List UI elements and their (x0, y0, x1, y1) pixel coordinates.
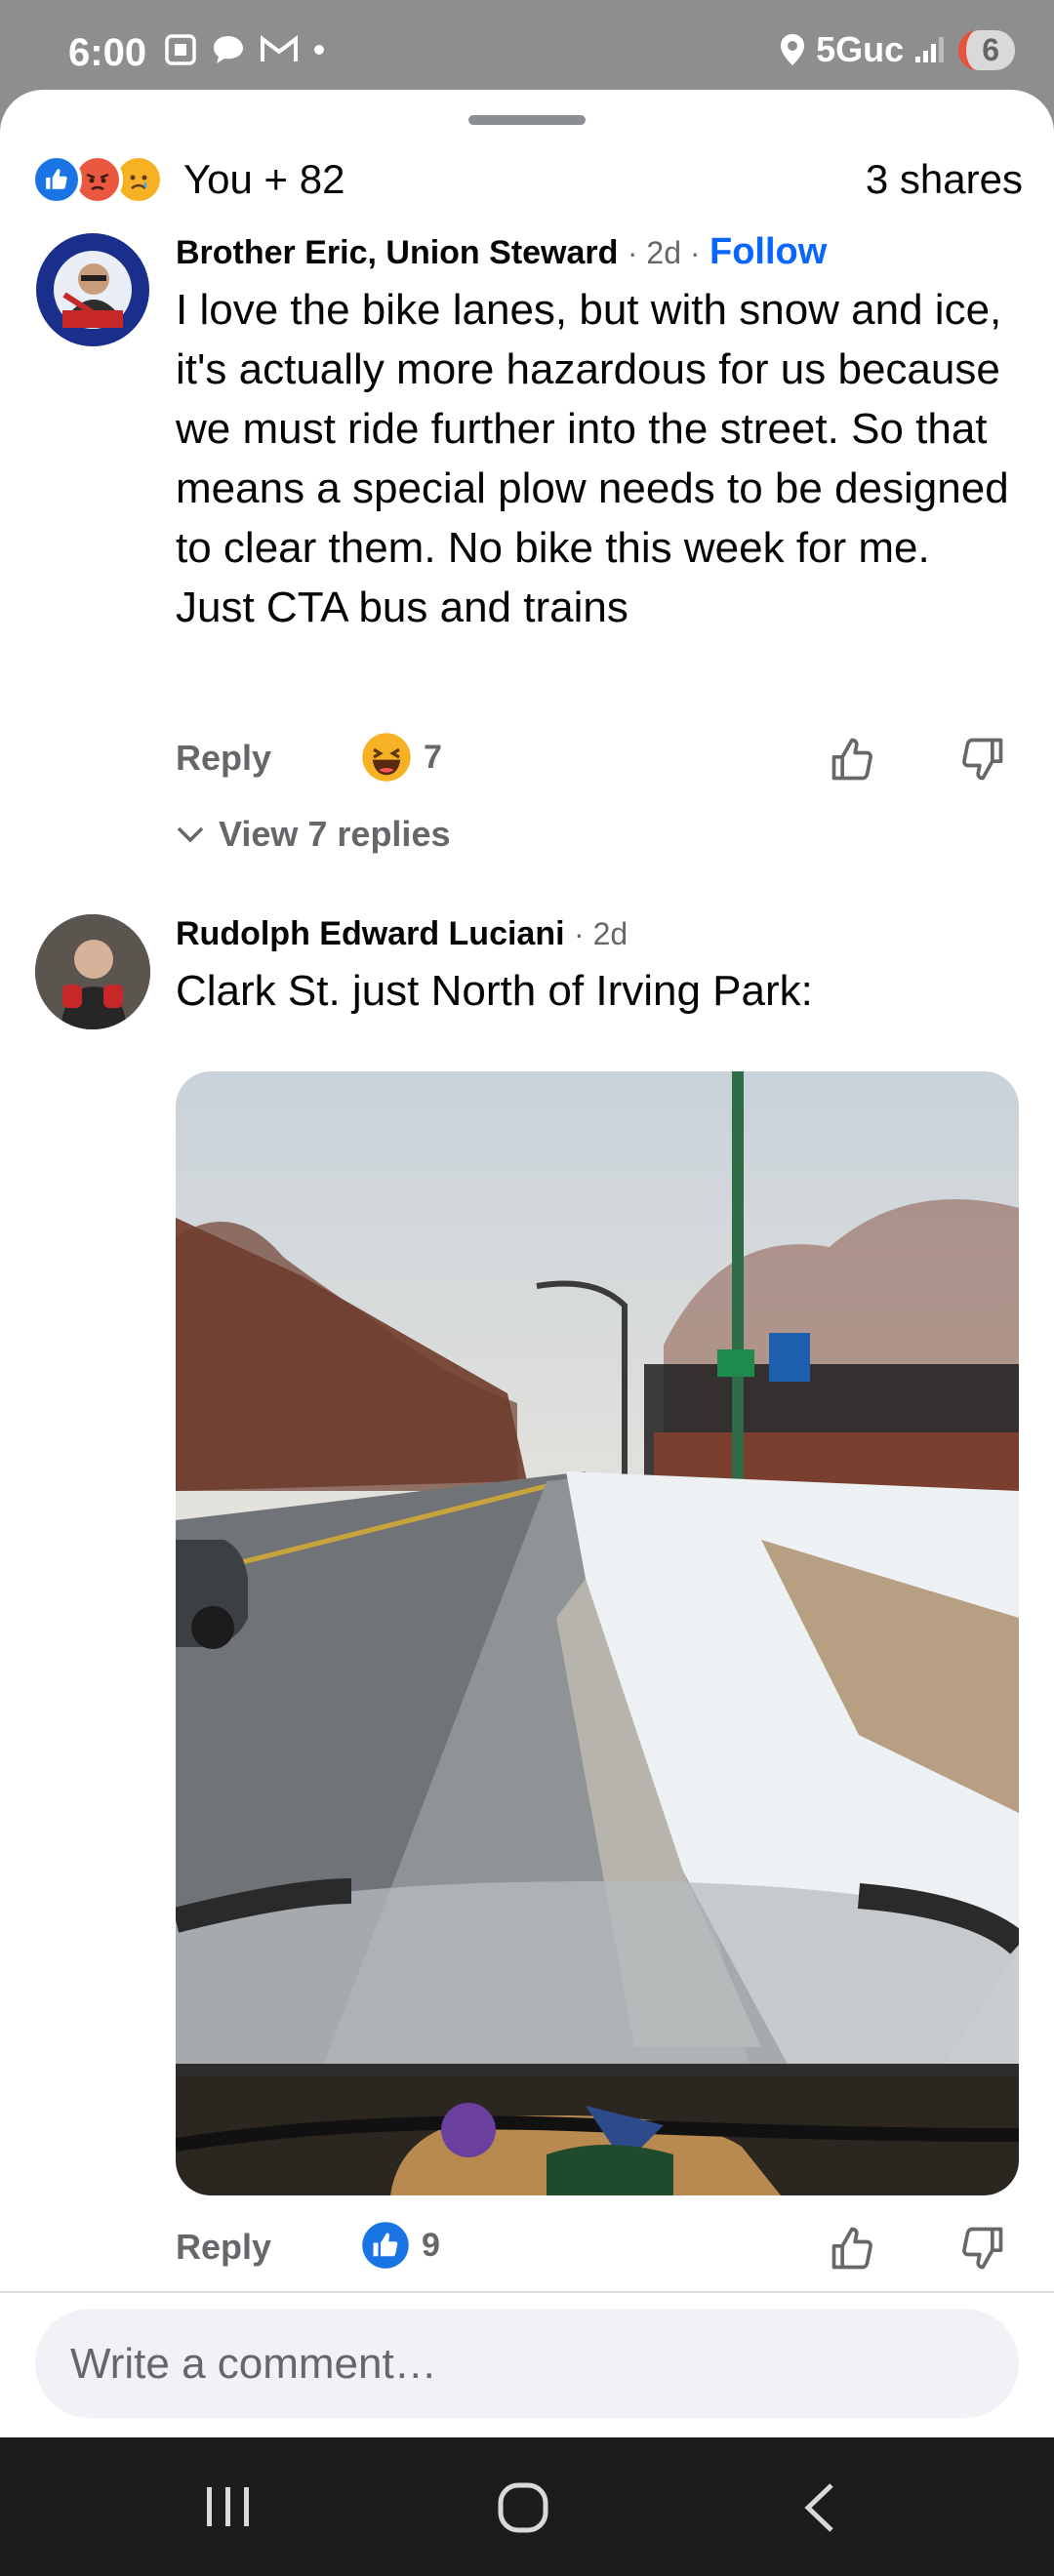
reaction-count: 7 (424, 738, 442, 776)
like-button-icon[interactable] (828, 734, 878, 785)
view-replies-label: View 7 replies (219, 814, 451, 854)
comment-header: Rudolph Edward Luciani · 2d (176, 914, 1015, 953)
comment-header: Brother Eric, Union Steward · 2d · Follo… (176, 232, 1015, 272)
comment-time: · 2d (574, 916, 628, 951)
dislike-button-icon[interactable] (956, 734, 1007, 785)
follow-button[interactable]: Follow (709, 231, 827, 272)
recents-icon[interactable] (203, 2482, 254, 2531)
avatar[interactable] (35, 232, 150, 347)
sheet-drag-handle[interactable] (468, 115, 586, 125)
reactions-summary[interactable]: You + 82 3 shares (31, 150, 1023, 209)
home-icon[interactable] (496, 2480, 550, 2535)
avatar[interactable] (35, 914, 150, 1029)
haha-icon (362, 733, 411, 782)
comment-time: · 2d · (627, 235, 701, 270)
status-right: 5Guc 6 (779, 29, 1015, 70)
comment-input-placeholder: Write a comment… (70, 2340, 437, 2388)
comment-text: Clark St. just North of Irving Park: (176, 967, 813, 1015)
like-icon (31, 154, 82, 205)
status-bar: 6:00 5Guc 6 (0, 0, 1054, 98)
comment-reactions[interactable]: 7 (361, 732, 442, 783)
gmail-icon (261, 35, 298, 61)
comment-actions: Reply 9 (176, 2219, 1015, 2277)
like-button-icon[interactable] (828, 2223, 878, 2274)
status-notification-icons (164, 33, 326, 66)
reaction-count: 9 (422, 2226, 440, 2264)
reactions-people[interactable]: You + 82 (183, 156, 345, 203)
comments-sheet: You + 82 3 shares Brother Eric, Union St… (0, 90, 1054, 2439)
reply-button[interactable]: Reply (176, 2227, 271, 2268)
comment-author[interactable]: Brother Eric, Union Steward (176, 234, 618, 271)
battery-indicator: 6 (958, 29, 1015, 70)
reaction-icons (31, 154, 178, 205)
shares-count[interactable]: 3 shares (866, 156, 1023, 203)
location-icon (781, 34, 805, 65)
comment-actions: Reply 7 (176, 730, 1015, 788)
chevron-down-icon (177, 826, 204, 843)
comment-reactions[interactable]: 9 (361, 2221, 440, 2270)
comment-text: I love the bike lanes, but with snow and… (176, 286, 1009, 631)
back-icon[interactable] (798, 2480, 841, 2535)
comment-input[interactable]: Write a comment… (35, 2309, 1019, 2418)
dislike-button-icon[interactable] (956, 2223, 1007, 2274)
comment-photo[interactable] (176, 1071, 1019, 2195)
signal-icon (915, 37, 945, 62)
street-photo-image (176, 1071, 1019, 2195)
comment-author[interactable]: Rudolph Edward Luciani (176, 915, 565, 952)
chat-bubble-icon (214, 36, 243, 63)
network-label: 5Guc (816, 29, 905, 69)
dot-icon (314, 45, 324, 55)
composer-divider (0, 2291, 1054, 2293)
screenshot-icon (165, 34, 196, 65)
system-nav-bar (0, 2437, 1054, 2576)
like-icon (362, 2222, 409, 2269)
view-replies-link[interactable]: View 7 replies (176, 814, 450, 855)
reply-button[interactable]: Reply (176, 738, 271, 779)
status-time: 6:00 (68, 31, 147, 74)
